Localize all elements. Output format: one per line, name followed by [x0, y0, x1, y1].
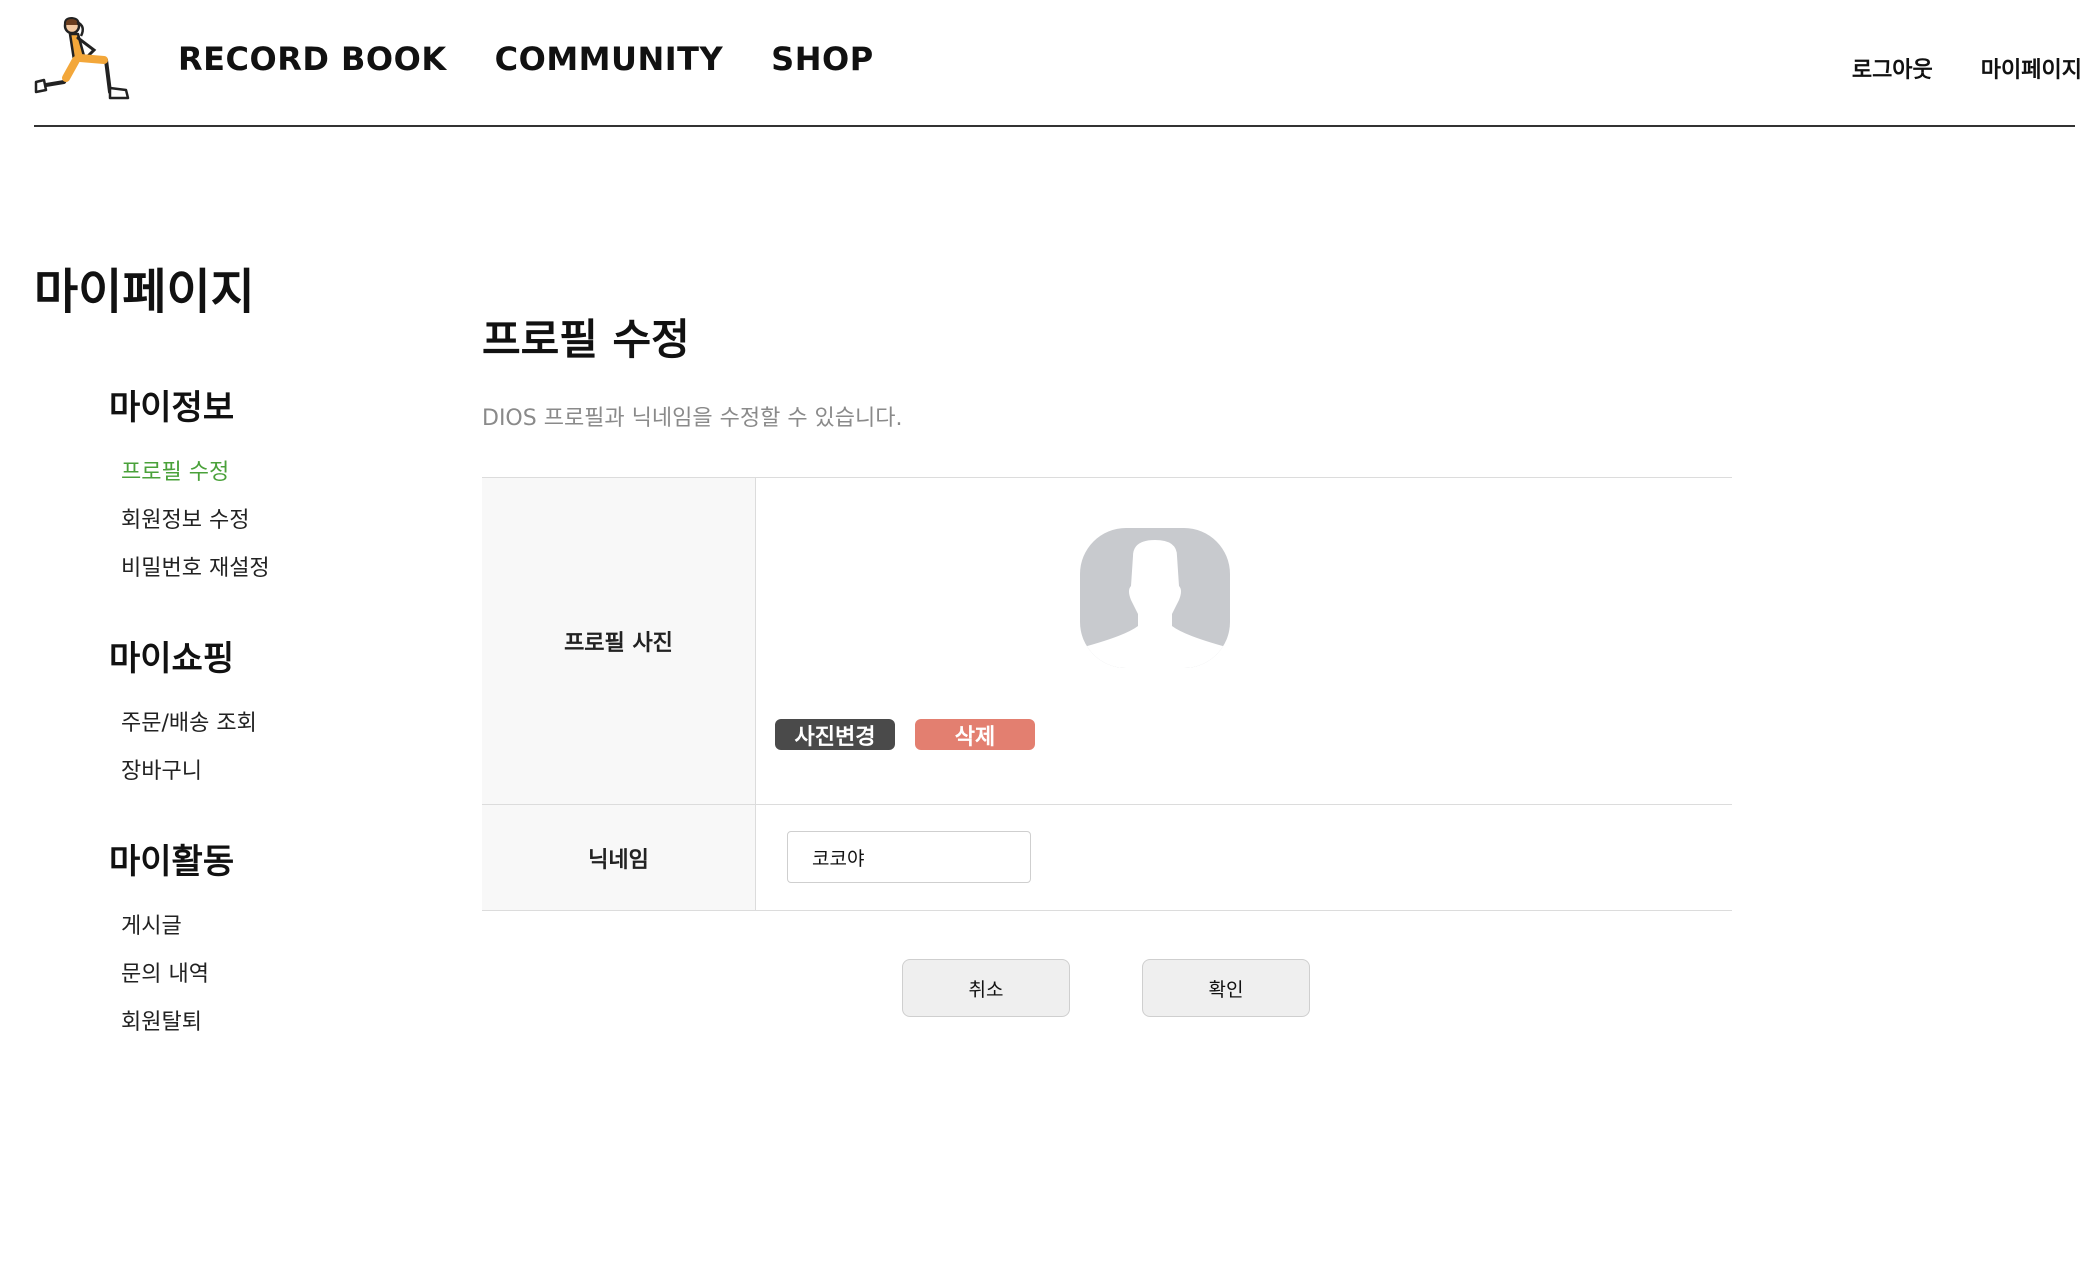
nickname-row: 닉네임 — [482, 805, 1732, 911]
page-description: DIOS 프로필과 닉네임을 수정할 수 있습니다. — [482, 406, 903, 431]
sidebar-item-inquiries[interactable]: 문의 내역 — [121, 951, 394, 999]
sidebar-heading-myactivity: 마이활동 — [109, 842, 235, 882]
photo-buttons: 사진변경 삭제 — [775, 719, 1035, 750]
sidebar-title: 마이페이지 — [34, 264, 255, 320]
sidebar-group-myinfo: 마이정보 프로필 수정 회원정보 수정 비밀번호 재설정 — [109, 380, 394, 593]
sidebar-item-password-reset[interactable]: 비밀번호 재설정 — [121, 545, 394, 593]
cancel-button[interactable]: 취소 — [902, 959, 1070, 1017]
avatar-placeholder-icon — [1080, 528, 1230, 668]
change-photo-button[interactable]: 사진변경 — [775, 719, 895, 750]
delete-photo-button[interactable]: 삭제 — [915, 719, 1035, 750]
site-header: RECORD BOOK COMMUNITY SHOP 로그아웃 마이페이지 — [0, 0, 2089, 127]
sidebar-heading-myshopping: 마이쇼핑 — [109, 639, 235, 679]
nickname-input[interactable] — [787, 831, 1031, 883]
form-actions: 취소 확인 — [902, 959, 1310, 1017]
sidebar-item-withdraw[interactable]: 회원탈퇴 — [121, 999, 394, 1047]
profile-form: 프로필 사진 사진변경 삭제 닉네임 — [482, 477, 1732, 911]
sidebar-item-posts[interactable]: 게시글 — [121, 903, 394, 951]
header-divider — [34, 125, 2075, 127]
sidebar-group-myshopping: 마이쇼핑 주문/배송 조회 장바구니 — [109, 631, 394, 796]
logout-link[interactable]: 로그아웃 — [1852, 52, 1933, 84]
photo-row: 프로필 사진 사진변경 삭제 — [482, 478, 1732, 805]
confirm-button[interactable]: 확인 — [1142, 959, 1310, 1017]
sidebar-heading-myinfo: 마이정보 — [109, 388, 235, 428]
sidebar-item-cart[interactable]: 장바구니 — [121, 748, 394, 796]
sidebar-item-orders[interactable]: 주문/배송 조회 — [121, 700, 394, 748]
nav-shop[interactable]: SHOP — [771, 40, 873, 78]
sidebar-group-myactivity: 마이활동 게시글 문의 내역 회원탈퇴 — [109, 834, 394, 1047]
page-title: 프로필 수정 — [482, 315, 690, 364]
sidebar: 마이페이지 마이정보 프로필 수정 회원정보 수정 비밀번호 재설정 마이쇼핑 … — [34, 252, 394, 1047]
main-nav: RECORD BOOK COMMUNITY SHOP — [178, 40, 874, 78]
nav-community[interactable]: COMMUNITY — [495, 40, 724, 78]
photo-label: 프로필 사진 — [482, 478, 756, 804]
photo-cell: 사진변경 삭제 — [756, 478, 1732, 804]
mypage-link[interactable]: 마이페이지 — [1981, 52, 2082, 84]
nickname-cell — [756, 805, 1732, 910]
sidebar-item-profile-edit[interactable]: 프로필 수정 — [121, 449, 394, 497]
util-links: 로그아웃 마이페이지 — [1852, 52, 2082, 84]
nickname-label: 닉네임 — [482, 805, 756, 910]
nav-record-book[interactable]: RECORD BOOK — [178, 40, 447, 78]
runner-logo-icon[interactable] — [34, 16, 130, 102]
sidebar-item-member-info[interactable]: 회원정보 수정 — [121, 497, 394, 545]
